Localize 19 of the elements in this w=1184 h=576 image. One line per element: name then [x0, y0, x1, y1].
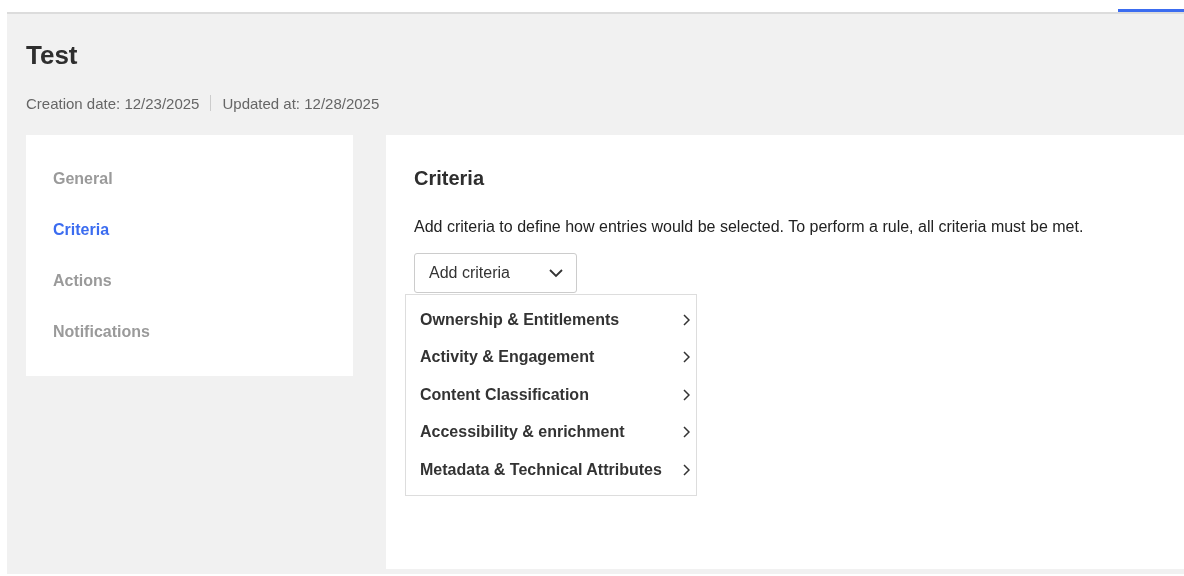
menu-item[interactable]: Accessibility & enrichment [406, 413, 696, 451]
add-criteria-dropdown[interactable]: Add criteria [414, 253, 577, 293]
chevron-right-icon [683, 426, 690, 439]
menu-item[interactable]: Metadata & Technical Attributes [406, 451, 696, 489]
tab-indicator [1118, 9, 1184, 12]
menu-item[interactable]: Ownership & Entitlements [406, 301, 696, 339]
chevron-right-icon [683, 388, 690, 401]
chevron-right-icon [683, 313, 690, 326]
chevron-right-icon [683, 463, 690, 476]
description-text: Add criteria to define how entries would be selected. To perform a rule, all criteria must be met. [414, 217, 1085, 237]
chevron-right-icon [683, 351, 690, 364]
meta-text: Creation date: 12/23/2025 [26, 94, 200, 112]
menu-item[interactable]: Activity & Engagement [406, 338, 696, 376]
sidebar-item[interactable]: Criteria [26, 219, 353, 270]
caret-icon [549, 268, 563, 278]
section-heading: Criteria [414, 166, 486, 191]
page-title: Test [26, 39, 79, 70]
menu-item[interactable]: Content Classification [406, 376, 696, 414]
meta-text: Updated at: 12/28/2025 [222, 94, 380, 112]
